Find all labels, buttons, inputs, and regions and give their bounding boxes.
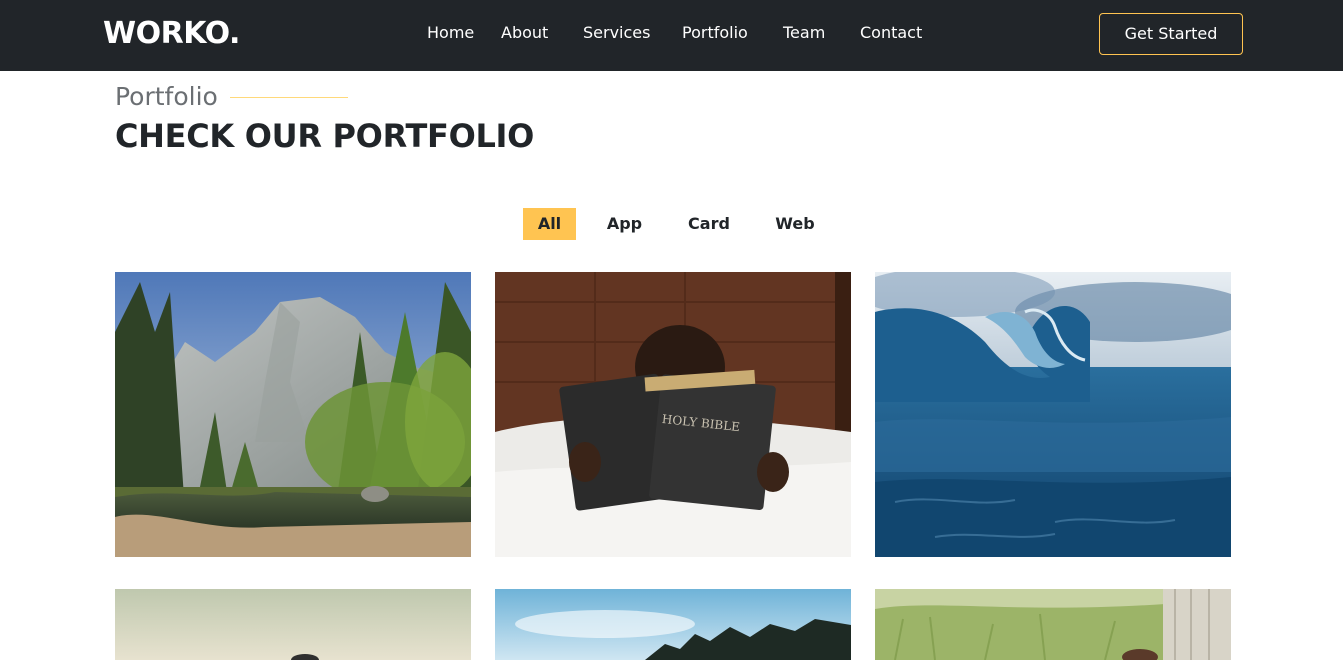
forest-sky-image bbox=[495, 589, 851, 660]
section-subtitle: Portfolio bbox=[115, 82, 218, 111]
filter-card[interactable]: Card bbox=[683, 208, 735, 240]
nav-contact[interactable]: Contact bbox=[860, 23, 922, 43]
child-reading-bible-image: HOLY BIBLE bbox=[495, 272, 851, 557]
portfolio-item-5[interactable] bbox=[495, 589, 851, 660]
hazy-sky-image bbox=[115, 589, 471, 660]
brand-logo[interactable]: WORKO. bbox=[103, 14, 240, 54]
filter-all[interactable]: All bbox=[523, 208, 576, 240]
portfolio-item-6[interactable] bbox=[875, 589, 1231, 660]
grass-field-image bbox=[875, 589, 1231, 660]
portfolio-item-1[interactable] bbox=[115, 272, 471, 557]
nav-portfolio[interactable]: Portfolio bbox=[682, 23, 748, 43]
portfolio-item-3[interactable] bbox=[875, 272, 1231, 557]
get-started-button[interactable]: Get Started bbox=[1099, 13, 1243, 55]
section-title: CHECK OUR PORTFOLIO bbox=[115, 117, 535, 155]
section-subtitle-line bbox=[230, 97, 348, 98]
nav-about[interactable]: About bbox=[501, 23, 548, 43]
filter-app[interactable]: App bbox=[600, 208, 649, 240]
nav-team[interactable]: Team bbox=[783, 23, 825, 43]
nav-services[interactable]: Services bbox=[583, 23, 650, 43]
portfolio-item-2[interactable]: HOLY BIBLE bbox=[495, 272, 851, 557]
nav-home[interactable]: Home bbox=[427, 23, 474, 43]
filter-web[interactable]: Web bbox=[769, 208, 821, 240]
mountain-forest-image bbox=[115, 272, 471, 557]
ocean-wave-image bbox=[875, 272, 1231, 557]
navbar: WORKO. Home About Services Portfolio Tea… bbox=[0, 0, 1343, 71]
portfolio-item-4[interactable] bbox=[115, 589, 471, 660]
